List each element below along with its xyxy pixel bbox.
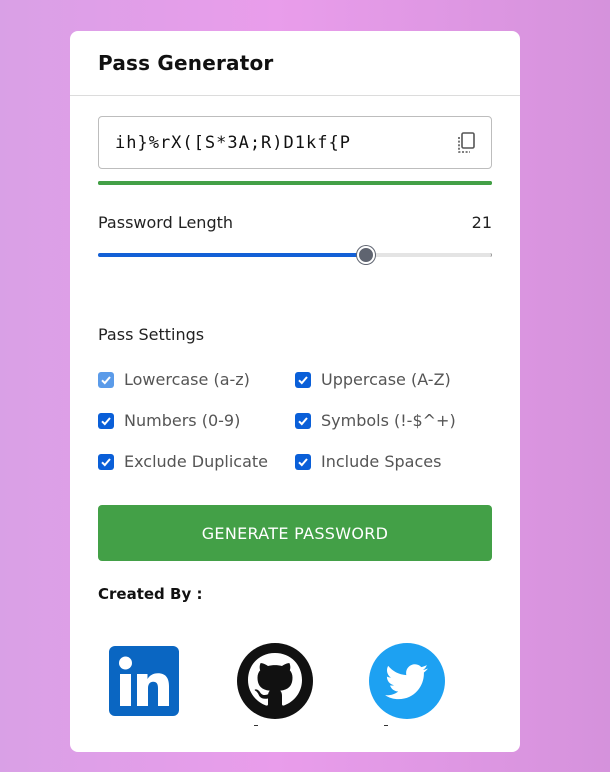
social-links xyxy=(98,603,492,726)
slider-fill xyxy=(98,253,366,257)
option-symbols[interactable]: Symbols (!-$^+) xyxy=(295,410,492,431)
option-label: Exclude Duplicate xyxy=(124,452,268,471)
copy-icon[interactable] xyxy=(456,132,476,154)
link-underline xyxy=(254,725,258,726)
generator-card: Pass Generator ih}%rX([S*3A;R)D1kf{P Pas… xyxy=(70,31,520,752)
card-header: Pass Generator xyxy=(70,31,520,96)
checkbox-exclude-duplicate[interactable] xyxy=(98,453,114,470)
checkbox-uppercase[interactable] xyxy=(295,371,311,388)
link-underline xyxy=(384,725,388,726)
check-icon xyxy=(298,457,308,466)
checkbox-include-spaces[interactable] xyxy=(295,453,311,470)
length-slider[interactable] xyxy=(98,245,492,264)
password-input[interactable]: ih}%rX([S*3A;R)D1kf{P xyxy=(98,116,492,169)
option-label: Uppercase (A-Z) xyxy=(321,370,451,389)
length-label: Password Length xyxy=(98,213,234,232)
slider-thumb[interactable] xyxy=(357,246,375,264)
strength-fill xyxy=(98,181,492,185)
checkbox-symbols[interactable] xyxy=(295,412,311,429)
length-row: Password Length 21 xyxy=(98,213,492,232)
option-lowercase[interactable]: Lowercase (a-z) xyxy=(98,369,295,390)
checkbox-lowercase[interactable] xyxy=(98,371,114,388)
password-value[interactable]: ih}%rX([S*3A;R)D1kf{P xyxy=(115,133,351,153)
linkedin-icon[interactable] xyxy=(109,646,179,716)
option-exclude-duplicate[interactable]: Exclude Duplicate xyxy=(98,451,295,472)
length-value: 21 xyxy=(471,213,492,232)
generate-password-button[interactable]: GENERATE PASSWORD xyxy=(98,505,492,561)
option-label: Symbols (!-$^+) xyxy=(321,411,456,430)
settings-label: Pass Settings xyxy=(98,325,205,344)
option-label: Include Spaces xyxy=(321,452,442,471)
option-label: Lowercase (a-z) xyxy=(124,370,250,389)
check-icon xyxy=(298,375,308,384)
option-label: Numbers (0-9) xyxy=(124,411,241,430)
check-icon xyxy=(101,375,111,384)
check-icon xyxy=(101,457,111,466)
checkbox-numbers[interactable] xyxy=(98,412,114,429)
strength-indicator xyxy=(98,181,492,185)
card-body: ih}%rX([S*3A;R)D1kf{P Password Length 21… xyxy=(70,96,520,726)
settings-grid: Lowercase (a-z) Uppercase (A-Z) Numbers … xyxy=(98,369,492,472)
option-include-spaces[interactable]: Include Spaces xyxy=(295,451,492,472)
github-icon[interactable] xyxy=(237,643,313,719)
option-uppercase[interactable]: Uppercase (A-Z) xyxy=(295,369,492,390)
page-title: Pass Generator xyxy=(98,51,274,75)
check-icon xyxy=(101,416,111,425)
option-numbers[interactable]: Numbers (0-9) xyxy=(98,410,295,431)
twitter-icon[interactable] xyxy=(369,643,445,719)
check-icon xyxy=(298,416,308,425)
created-by-label: Created By : xyxy=(98,585,203,603)
